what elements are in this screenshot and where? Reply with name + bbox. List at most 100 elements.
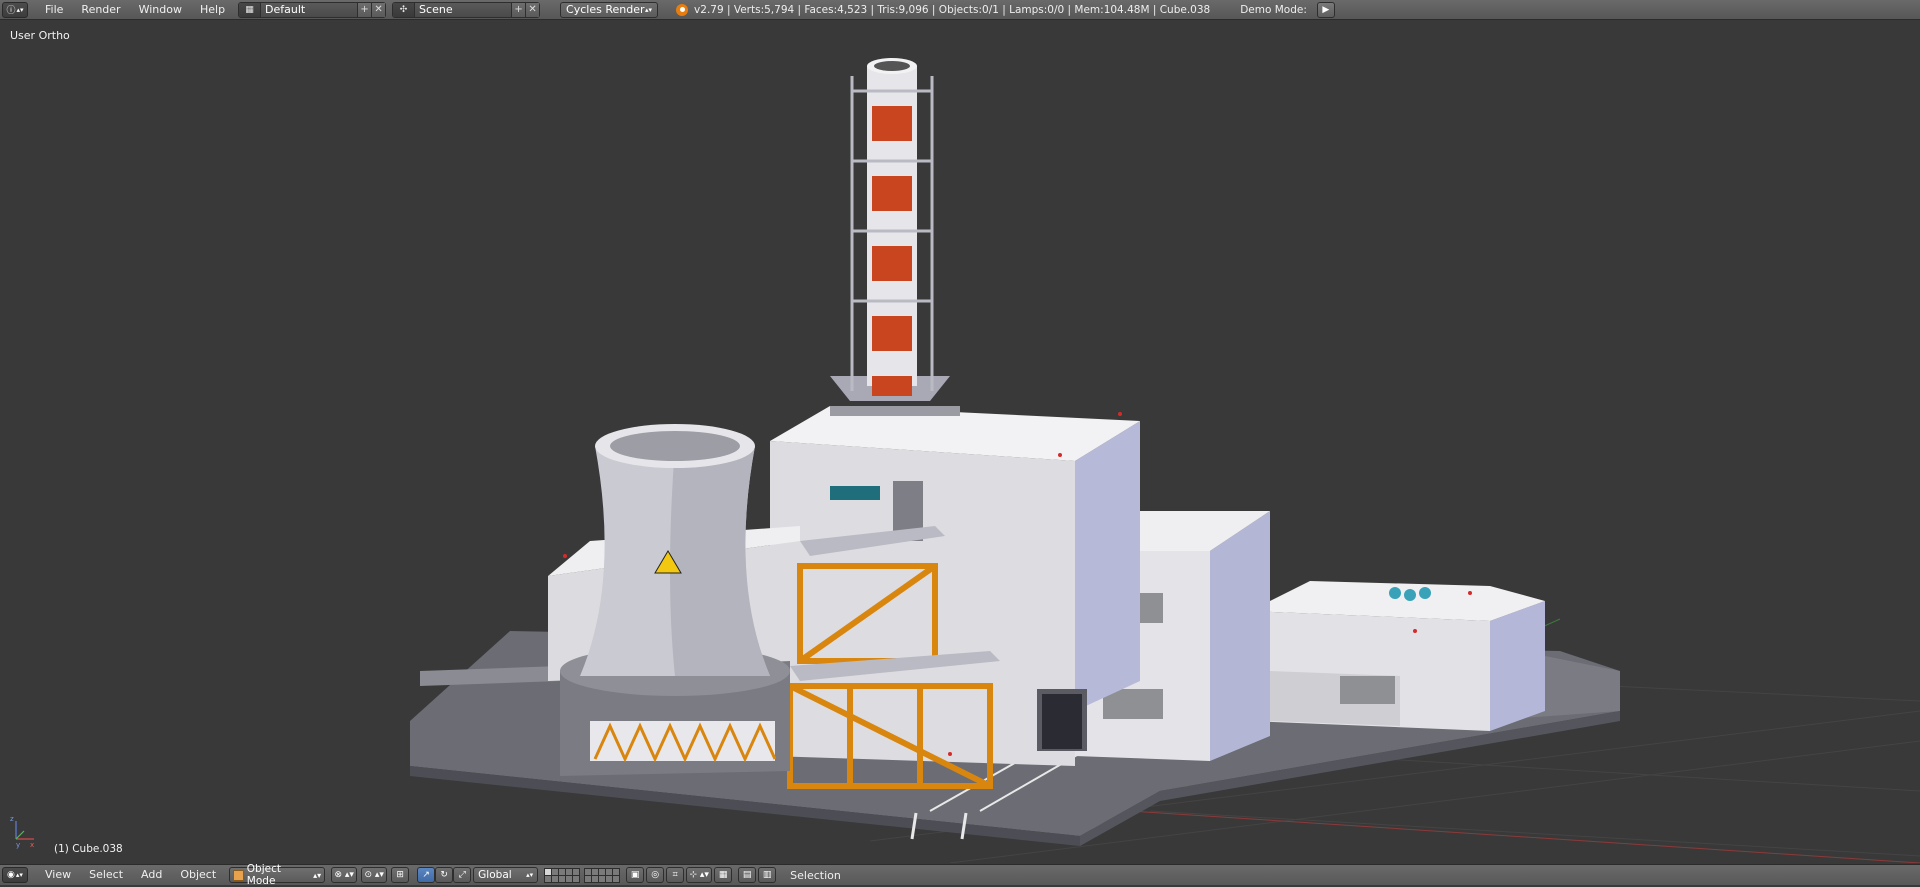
editor-type-selector[interactable]: ⓘ ▴▾ xyxy=(2,1,28,18)
layer-4[interactable] xyxy=(566,868,573,875)
snap-increment-icon: ⊹ ▴▾ xyxy=(689,870,709,880)
layer-17[interactable] xyxy=(592,875,599,882)
rotate-manipulator[interactable]: ↻ xyxy=(435,867,454,883)
proportional-edit-button[interactable]: ◎ xyxy=(646,867,665,883)
mode-label: Object Mode xyxy=(246,863,281,887)
screen-layout-field[interactable]: Default xyxy=(261,2,358,17)
scene-field[interactable]: Scene xyxy=(415,2,512,17)
info-icon: ⓘ xyxy=(6,6,16,16)
axis-gizmo: z y x xyxy=(10,815,34,849)
layer-11[interactable] xyxy=(545,875,552,882)
updown-arrows-icon: ▴▾ xyxy=(15,871,23,879)
updown-arrows-icon: ▴▾ xyxy=(526,871,534,879)
object-mode-icon xyxy=(233,869,244,881)
add-scene-button[interactable]: + xyxy=(511,2,526,17)
render-engine-select[interactable]: Cycles Render ▴▾ xyxy=(560,1,659,18)
scene-render[interactable]: z y x xyxy=(0,21,1920,863)
demo-play-button[interactable]: ▶ xyxy=(1316,1,1335,18)
layout-grid-icon: ▦ xyxy=(239,2,262,17)
arrow-icon: ↗ xyxy=(422,870,430,880)
svg-text:z: z xyxy=(10,815,14,823)
menu-object[interactable]: Object xyxy=(171,865,225,885)
right-wing-building xyxy=(1250,581,1545,731)
stats-text: v2.79 | Verts:5,794 | Faces:4,523 | Tris… xyxy=(694,3,1211,16)
scene-combo[interactable]: ✣ Scene + ✕ xyxy=(392,1,541,18)
layer-10[interactable] xyxy=(613,868,620,875)
layer-1[interactable] xyxy=(545,868,552,875)
svg-text:x: x xyxy=(30,841,34,849)
3d-view-header: ◉ ▴▾ View Select Add Object Object Mode ▴… xyxy=(0,863,1920,887)
opengl-animation-button[interactable]: ▥ xyxy=(758,867,777,883)
menu-render[interactable]: Render xyxy=(72,0,129,20)
layer-block-1[interactable] xyxy=(544,867,581,883)
pivot-point-button[interactable]: ⊙ ▴▾ xyxy=(361,867,388,883)
layer-20[interactable] xyxy=(613,875,620,882)
pivot-icon: ⊙ ▴▾ xyxy=(364,870,384,880)
menu-select[interactable]: Select xyxy=(80,865,132,885)
shading-icon: ⊗ ▴▾ xyxy=(334,870,354,880)
layer-2[interactable] xyxy=(552,868,559,875)
3d-viewport[interactable]: User Ortho z y x (1) Cube.038 xyxy=(0,21,1920,863)
menu-help[interactable]: Help xyxy=(191,0,234,20)
snap-target-icon: ▦ xyxy=(718,870,728,880)
add-layout-button[interactable]: + xyxy=(357,2,372,17)
interaction-mode-select[interactable]: Object Mode ▴▾ xyxy=(229,863,326,887)
snap-target-button[interactable]: ▦ xyxy=(714,867,733,883)
x-axis-line xyxy=(1129,810,1920,863)
rotate-icon: ↻ xyxy=(440,870,448,880)
lock-camera-button[interactable]: ▣ xyxy=(626,867,645,883)
svg-text:y: y xyxy=(16,841,20,849)
scene-statistics: v2.79 | Verts:5,794 | Faces:4,523 | Tris… xyxy=(676,3,1211,16)
blender-logo-icon xyxy=(676,3,689,16)
scale-manipulator[interactable]: ⤢ xyxy=(453,867,472,883)
layer-8[interactable] xyxy=(599,868,606,875)
menu-file[interactable]: File xyxy=(36,0,72,20)
orientation-label: Global xyxy=(478,869,512,881)
layer-15[interactable] xyxy=(573,875,580,882)
viewport-shading-button[interactable]: ⊗ ▴▾ xyxy=(331,867,358,883)
layer-block-2[interactable] xyxy=(584,867,621,883)
camera-icon: ▤ xyxy=(742,870,752,880)
menu-view[interactable]: View xyxy=(36,865,80,885)
updown-arrows-icon: ▴▾ xyxy=(16,5,24,14)
layer-9[interactable] xyxy=(606,868,613,875)
transform-orientation-select[interactable]: Global ▴▾ xyxy=(473,867,539,883)
scale-icon: ⤢ xyxy=(458,870,466,880)
menu-window[interactable]: Window xyxy=(130,0,191,20)
manipulator-toggle[interactable]: ⊞ xyxy=(391,867,410,883)
layer-5[interactable] xyxy=(573,868,580,875)
layer-14[interactable] xyxy=(566,875,573,882)
layer-7[interactable] xyxy=(592,868,599,875)
selection-label: Selection xyxy=(790,868,841,882)
layer-12[interactable] xyxy=(552,875,559,882)
scene-icon: ✣ xyxy=(393,2,416,17)
chimney-stack xyxy=(830,58,950,401)
editor-type-selector-3d[interactable]: ◉ ▴▾ xyxy=(2,867,28,883)
main-building xyxy=(770,406,1140,766)
layer-19[interactable] xyxy=(606,875,613,882)
layer-18[interactable] xyxy=(599,875,606,882)
magnet-icon: ⌗ xyxy=(672,870,678,880)
play-icon: ▶ xyxy=(1322,4,1330,15)
layer-6[interactable] xyxy=(585,868,592,875)
snap-toggle-button[interactable]: ⌗ xyxy=(666,867,685,883)
layer-buttons[interactable] xyxy=(544,867,621,883)
3d-view-icon: ◉ xyxy=(7,870,15,880)
info-header: ⓘ ▴▾ File Render Window Help ▦ Default + … xyxy=(0,0,1920,20)
lock-icon: ▣ xyxy=(630,870,640,880)
remove-scene-button[interactable]: ✕ xyxy=(525,2,540,17)
opengl-render-button[interactable]: ▤ xyxy=(738,867,757,883)
manipulator-icon: ⊞ xyxy=(396,870,404,880)
demo-mode-label: Demo Mode: xyxy=(1240,3,1307,16)
layer-3[interactable] xyxy=(559,868,566,875)
proportional-icon: ◎ xyxy=(651,870,660,880)
screen-layout-combo[interactable]: ▦ Default + ✕ xyxy=(238,1,387,18)
active-object-label: (1) Cube.038 xyxy=(54,843,123,855)
remove-layout-button[interactable]: ✕ xyxy=(371,2,386,17)
snap-element-select[interactable]: ⊹ ▴▾ xyxy=(686,867,713,883)
layer-16[interactable] xyxy=(585,875,592,882)
menu-add[interactable]: Add xyxy=(132,865,171,885)
layer-13[interactable] xyxy=(559,875,566,882)
translate-manipulator[interactable]: ↗ xyxy=(417,867,436,883)
updown-arrows-icon: ▴▾ xyxy=(313,870,322,880)
